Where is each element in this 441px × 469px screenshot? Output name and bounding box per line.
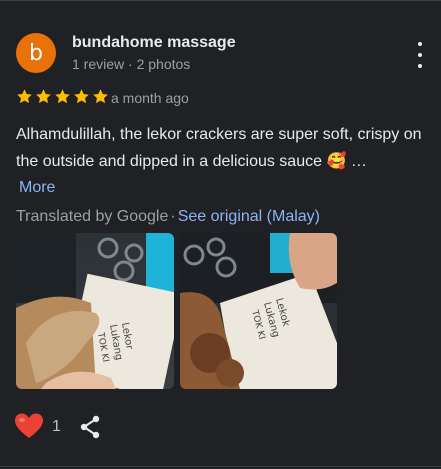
translated-by-label: Translated by Google <box>16 208 169 225</box>
review-photo-2[interactable]: Lekok Lukang TOK KI <box>180 233 337 389</box>
star-icon <box>55 89 70 104</box>
like-count: 1 <box>52 418 61 435</box>
star-icon <box>74 89 89 104</box>
star-icon <box>36 89 51 104</box>
heart-icon[interactable] <box>14 412 44 440</box>
smiling-face-with-hearts-emoji: 🥰 <box>326 151 347 170</box>
separator: · <box>170 208 176 225</box>
avatar-letter: b <box>29 40 43 66</box>
star-icon <box>93 89 108 104</box>
avatar[interactable]: b <box>16 33 56 73</box>
see-original-link[interactable]: See original (Malay) <box>178 208 320 225</box>
review-time: a month ago <box>111 90 189 106</box>
star-rating <box>16 88 109 105</box>
more-link[interactable]: More <box>19 179 55 196</box>
top-divider <box>0 0 441 1</box>
review-photo-1[interactable]: Lekor Lukang TOK KI <box>16 233 174 389</box>
translation-line: Translated by Google · See original (Malay… <box>16 208 320 226</box>
star-icon <box>17 89 32 104</box>
more-vert-icon[interactable] <box>409 42 431 68</box>
bottom-divider <box>0 466 441 467</box>
reviewer-name[interactable]: bundahome massage <box>72 34 236 52</box>
reviewer-meta: 1 review · 2 photos <box>72 56 191 72</box>
share-icon[interactable] <box>79 415 101 439</box>
ellipsis: … <box>350 153 367 170</box>
review-text-block: Alhamdulillah, the lekor crackers are su… <box>16 122 428 201</box>
